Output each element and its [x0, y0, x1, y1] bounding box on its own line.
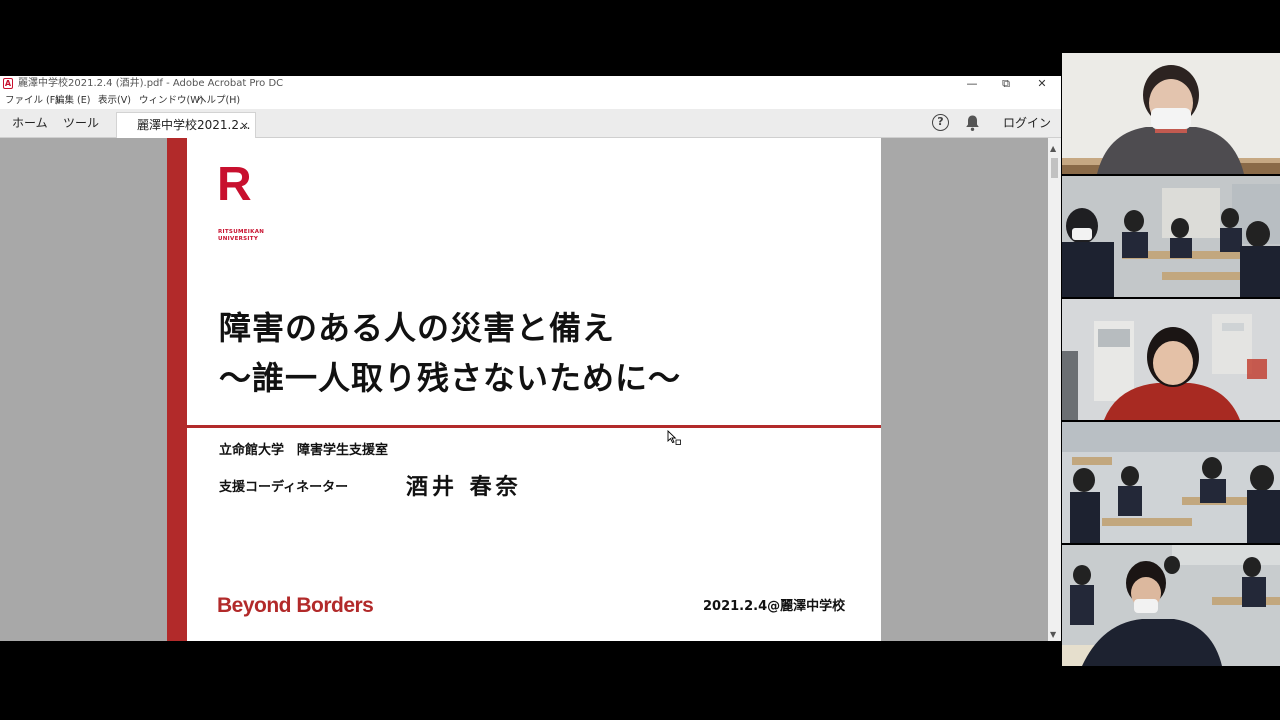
- window-title: 麗澤中学校2021.2.4 (酒井).pdf - Adobe Acrobat P…: [18, 78, 284, 89]
- tab-bar: ホーム ツール 麗澤中学校2021.2... × ? ログイン: [0, 109, 1061, 138]
- scroll-up-icon[interactable]: ▲: [1050, 144, 1056, 153]
- video-tile-4[interactable]: [1062, 422, 1280, 543]
- pdf-app-icon: A: [3, 78, 13, 89]
- video-tile-1[interactable]: [1062, 53, 1280, 174]
- slide-title-line1: 障害のある人の災害と備え: [219, 309, 616, 347]
- menu-file[interactable]: ファイル (F): [5, 95, 59, 106]
- close-button[interactable]: ✕: [1025, 76, 1059, 92]
- title-bar: A 麗澤中学校2021.2.4 (酒井).pdf - Adobe Acrobat…: [0, 76, 1061, 92]
- university-logo-text: RITSUMEIKAN UNIVERSITY: [218, 229, 265, 242]
- restore-button[interactable]: ⧉: [989, 76, 1023, 92]
- slide-accent-bar: [167, 138, 187, 641]
- menu-view[interactable]: 表示(V): [98, 95, 131, 106]
- close-tab-icon[interactable]: ×: [240, 118, 249, 133]
- minimize-button[interactable]: —: [955, 76, 989, 92]
- classroom-video-3: [1062, 545, 1280, 666]
- login-link[interactable]: ログイン: [1003, 116, 1051, 131]
- slide-title-line2: 〜誰一人取り残さないために〜: [219, 359, 682, 397]
- classroom-video-1: [1062, 176, 1280, 297]
- tab-tools[interactable]: ツール: [63, 116, 99, 131]
- bell-icon[interactable]: [964, 114, 981, 132]
- tab-document[interactable]: 麗澤中学校2021.2... ×: [116, 112, 256, 138]
- presenter-role: 支援コーディネーター: [219, 480, 349, 495]
- vertical-scrollbar[interactable]: ▲ ▼: [1048, 138, 1061, 641]
- menu-help[interactable]: ヘルプ(H): [197, 95, 240, 106]
- document-tab-label: 麗澤中学校2021.2...: [137, 118, 251, 132]
- menu-edit[interactable]: 編集 (E): [55, 95, 90, 106]
- help-icon[interactable]: ?: [932, 114, 949, 131]
- menu-bar: ファイル (F) 編集 (E) 表示(V) ウィンドウ(W) ヘルプ(H): [0, 92, 1061, 109]
- classroom-video-2: [1062, 422, 1280, 543]
- presenter-organization: 立命館大学 障害学生支援室: [219, 443, 389, 458]
- document-viewport[interactable]: R RITSUMEIKAN UNIVERSITY 障害のある人の災害と備え 〜誰…: [0, 138, 1048, 641]
- scroll-down-icon[interactable]: ▼: [1050, 630, 1056, 639]
- scroll-thumb[interactable]: [1051, 158, 1058, 178]
- slide-date: 2021.2.4@麗澤中学校: [703, 599, 846, 614]
- presenter-name: 酒井 春奈: [406, 475, 522, 500]
- slide-divider: [187, 425, 881, 428]
- slide-tagline: Beyond Borders: [217, 594, 374, 617]
- presenter-teacher-video: [1062, 53, 1280, 174]
- acrobat-window: A 麗澤中学校2021.2.4 (酒井).pdf - Adobe Acrobat…: [0, 76, 1061, 641]
- cursor-icon: [667, 430, 681, 445]
- student-presenter-video: [1062, 299, 1280, 420]
- video-tile-5[interactable]: [1062, 545, 1280, 666]
- pdf-slide-page: R RITSUMEIKAN UNIVERSITY 障害のある人の災害と備え 〜誰…: [167, 138, 881, 641]
- university-logo: R: [217, 158, 252, 211]
- menu-window[interactable]: ウィンドウ(W): [139, 95, 203, 106]
- tab-home[interactable]: ホーム: [12, 116, 48, 131]
- video-tile-2[interactable]: [1062, 176, 1280, 297]
- video-tile-3[interactable]: [1062, 299, 1280, 420]
